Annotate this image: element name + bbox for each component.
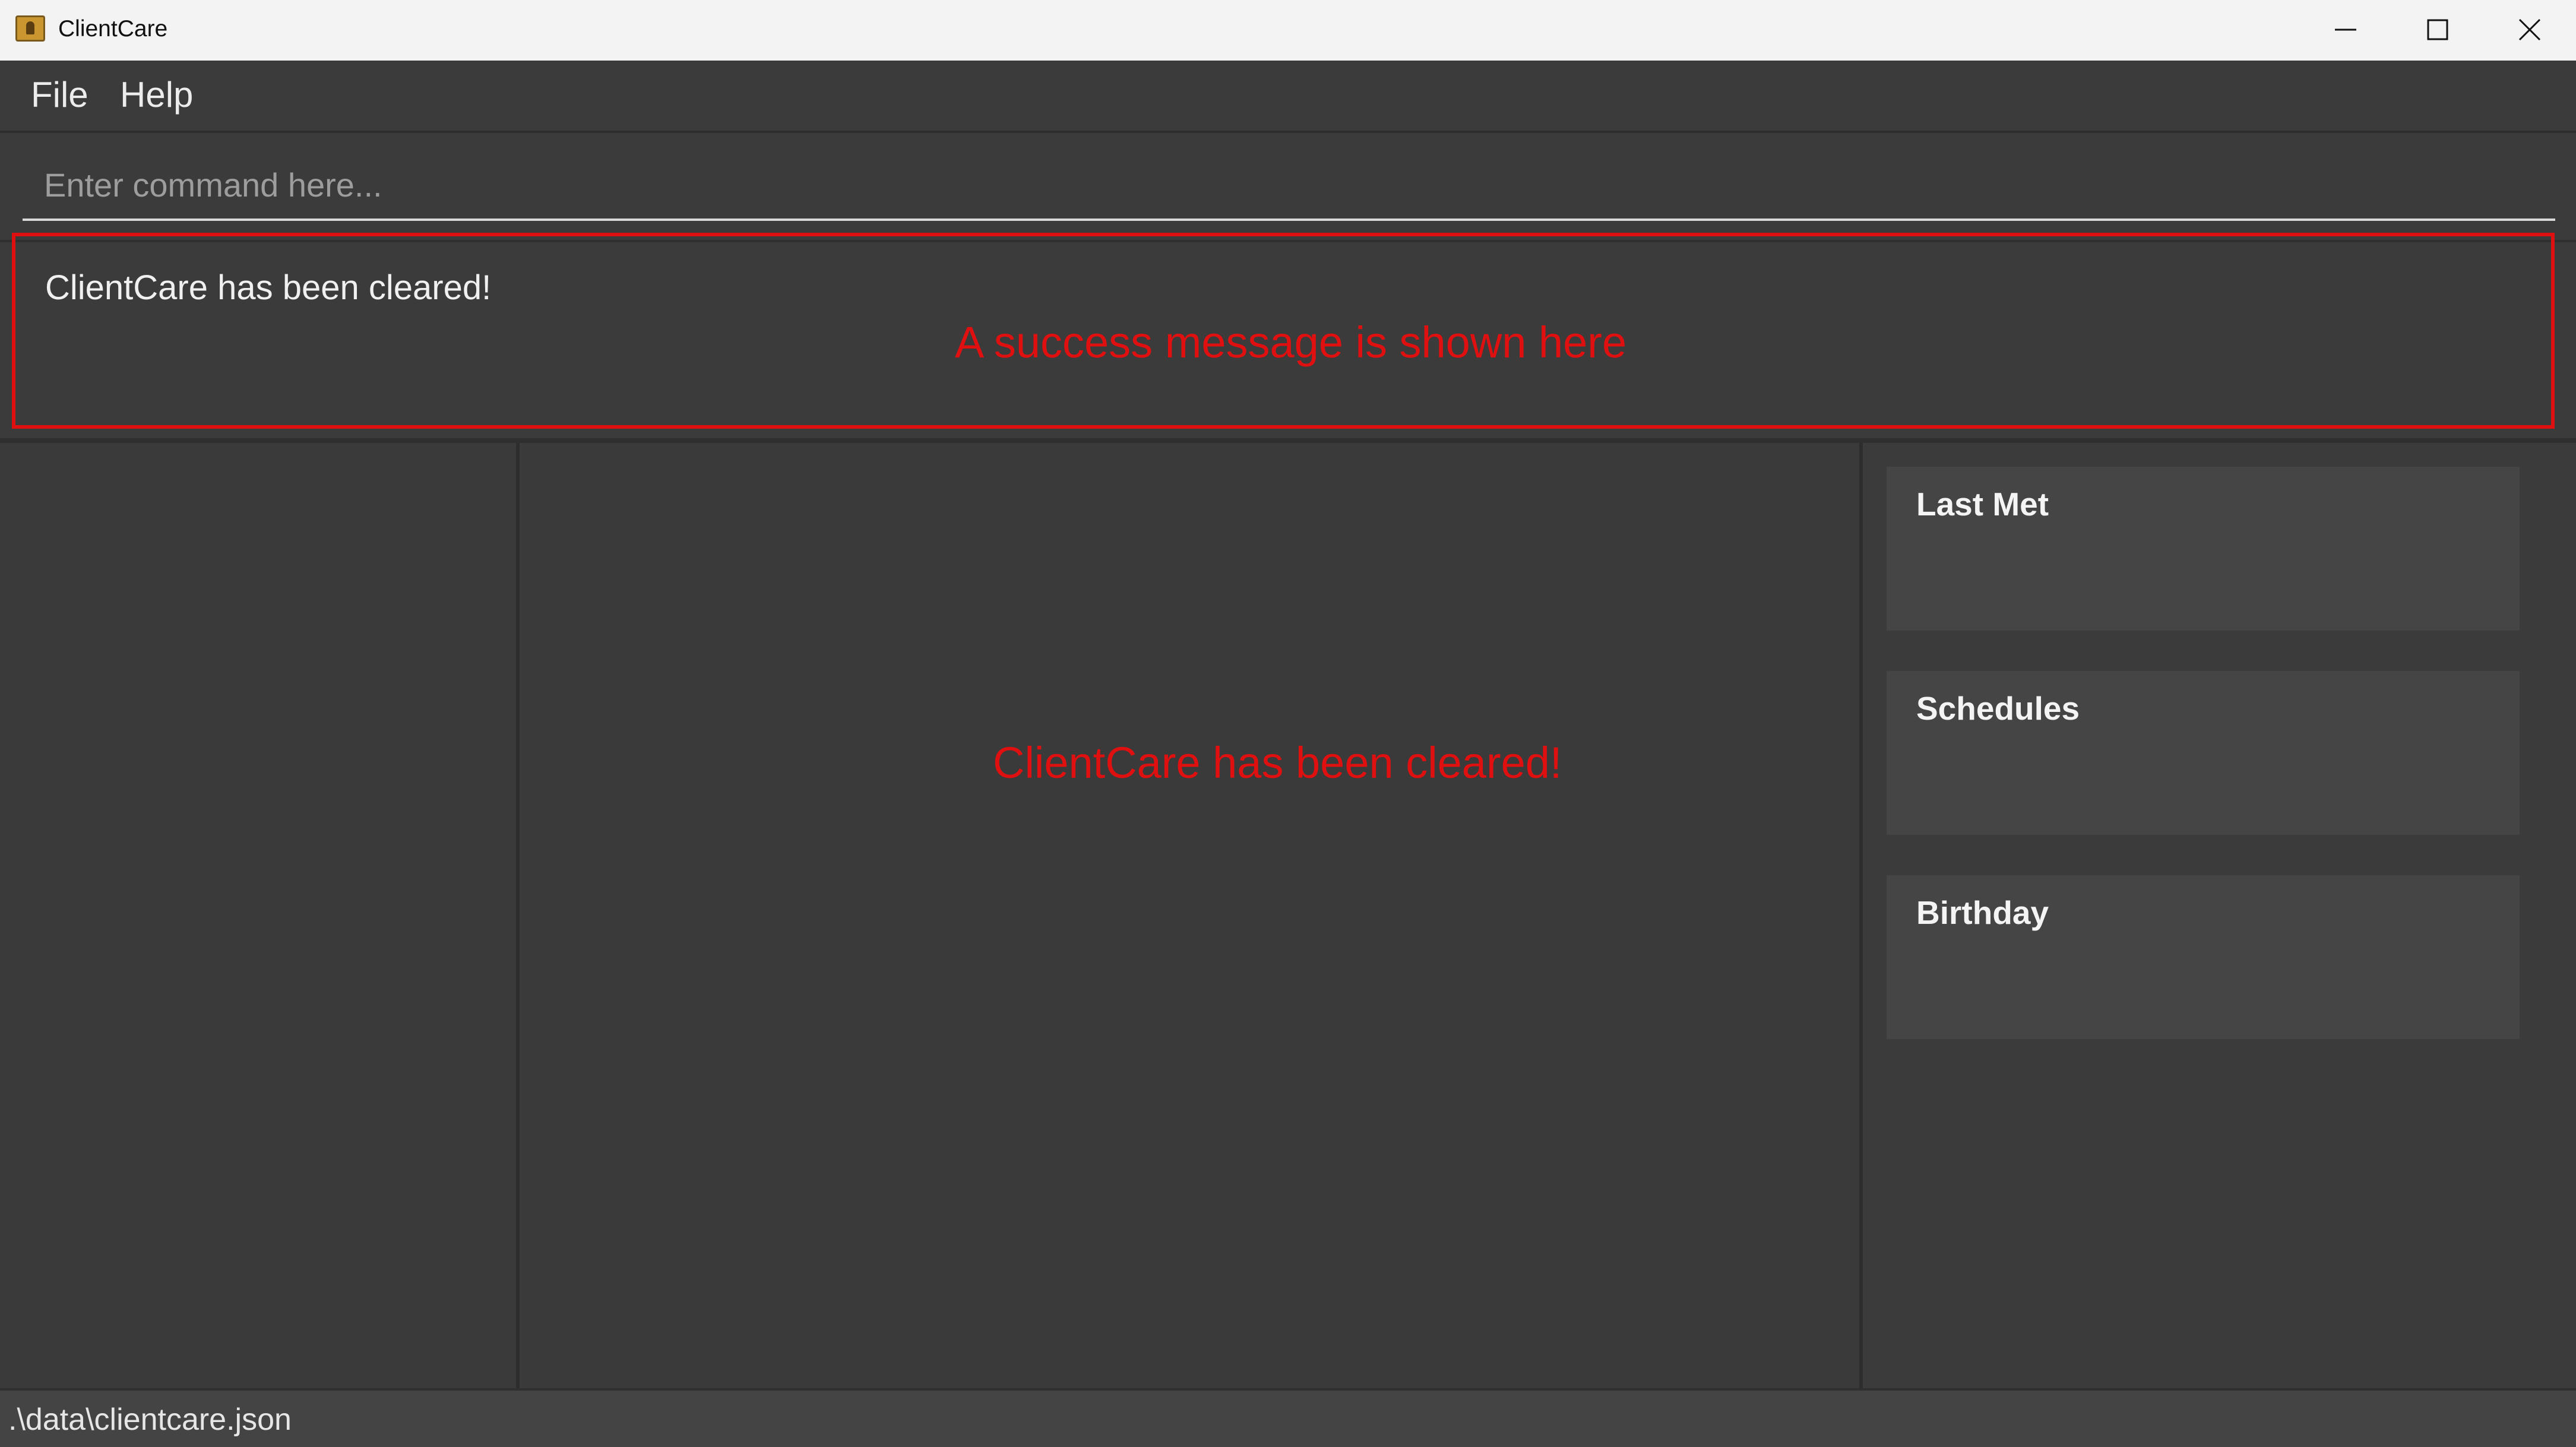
center-annotation: ClientCare has been cleared!: [993, 738, 1562, 787]
menu-file[interactable]: File: [31, 71, 88, 119]
last-met-card: Last Met: [1887, 467, 2520, 631]
minimize-icon: [2335, 29, 2356, 31]
close-button[interactable]: [2488, 0, 2571, 61]
client-detail-panel: [523, 443, 1863, 1388]
result-annotation: A success message is shown here: [955, 318, 1627, 367]
close-icon: [2518, 18, 2541, 41]
title-bar: ClientCare: [0, 0, 2576, 61]
client-list-panel[interactable]: [0, 443, 520, 1388]
reminder-panel: Last Met Schedules Birthday: [1863, 443, 2576, 1388]
person-badge-icon: [15, 15, 45, 42]
command-box: [0, 133, 2576, 240]
status-bar: .\data\clientcare.json: [0, 1388, 2576, 1447]
menu-help[interactable]: Help: [120, 71, 193, 119]
command-input[interactable]: [23, 151, 2555, 221]
window-title: ClientCare: [58, 16, 168, 42]
birthday-title: Birthday: [1916, 894, 2049, 931]
maximize-button[interactable]: [2396, 0, 2479, 61]
data-file-path: .\data\clientcare.json: [8, 1402, 292, 1437]
schedules-title: Schedules: [1916, 690, 2080, 727]
schedules-card: Schedules: [1887, 671, 2520, 835]
app-window: ClientCare File Help ClientCare has been…: [0, 0, 2576, 1447]
maximize-icon: [2427, 19, 2448, 40]
last-met-title: Last Met: [1916, 486, 2049, 523]
minimize-button[interactable]: [2304, 0, 2387, 61]
menu-bar: File Help: [0, 61, 2576, 133]
birthday-card: Birthday: [1887, 875, 2520, 1039]
